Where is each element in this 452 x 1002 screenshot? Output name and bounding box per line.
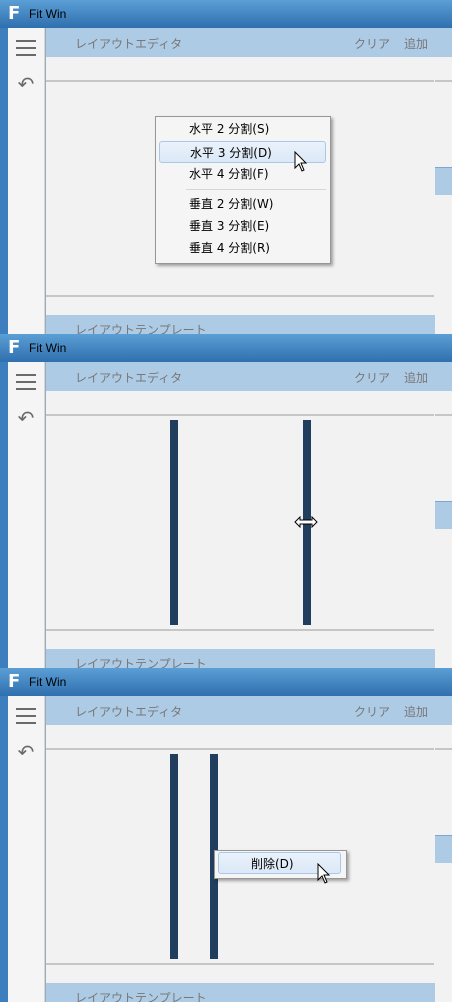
- split-divider-1[interactable]: [170, 420, 178, 625]
- editor-header: レイアウトエディタ クリア 追加: [46, 28, 435, 57]
- client-area: ↶ レイアウトエディタ クリア 追加 レイアウトテンプレート: [8, 362, 452, 668]
- strip-divider: [435, 414, 452, 416]
- menu-item-vertical-2[interactable]: 垂直 2 分割(W): [159, 193, 325, 215]
- layout-editor: レイアウトエディタ クリア 追加 レイアウトテンプレート: [45, 362, 436, 668]
- template-title: レイアウトテンプレート: [75, 991, 207, 1002]
- window-panel-2: F Fit Win ↶ レイアウトエディタ クリア 追加 レイアウトテンプレート: [0, 334, 452, 668]
- split-context-menu: 水平 2 分割(S) 水平 3 分割(D) 水平 4 分割(F) 垂直 2 分割…: [155, 116, 331, 264]
- app-logo-icon: F: [8, 671, 21, 692]
- strip-header: [435, 28, 452, 57]
- menu-separator: [186, 189, 326, 190]
- undo-icon[interactable]: ↶: [16, 742, 36, 762]
- app-logo-icon: F: [8, 337, 21, 358]
- hamburger-icon[interactable]: [16, 40, 36, 56]
- window-title: Fit Win: [29, 7, 67, 21]
- left-rail: ↶: [8, 696, 45, 1002]
- arrow-cursor-icon: [294, 151, 308, 172]
- left-rail: ↶: [8, 362, 45, 668]
- strip-accent: [435, 501, 452, 529]
- window-title: Fit Win: [29, 341, 67, 355]
- right-panel-strip: [435, 28, 452, 334]
- strip-header: [435, 362, 452, 391]
- add-button[interactable]: 追加: [404, 35, 428, 52]
- editor-title: レイアウトエディタ: [75, 37, 183, 51]
- right-panel-strip: [435, 696, 452, 1002]
- editor-header: レイアウトエディタ クリア 追加: [46, 362, 435, 391]
- left-rail: ↶: [8, 28, 45, 334]
- strip-accent: [435, 835, 452, 863]
- strip-header: [435, 696, 452, 725]
- clear-button[interactable]: クリア: [354, 35, 390, 52]
- layout-editor: レイアウトエディタ クリア 追加 レイアウトテンプレート: [45, 696, 436, 1002]
- title-bar[interactable]: F Fit Win: [0, 0, 452, 28]
- client-area: ↶ レイアウトエディタ クリア 追加 レイアウトテンプレート: [8, 696, 452, 1002]
- title-bar[interactable]: F Fit Win: [0, 334, 452, 362]
- menu-item-horizontal-2[interactable]: 水平 2 分割(S): [159, 118, 325, 140]
- split-divider-1[interactable]: [170, 754, 178, 959]
- layout-canvas[interactable]: [46, 414, 434, 631]
- menu-item-vertical-3[interactable]: 垂直 3 分割(E): [159, 215, 325, 237]
- window-panel-3: F Fit Win ↶ レイアウトエディタ クリア 追加 レイアウトテンプレート: [0, 668, 452, 1002]
- arrow-cursor-icon: [317, 863, 331, 884]
- template-header: レイアウトテンプレート: [46, 983, 435, 1002]
- window-title: Fit Win: [29, 675, 67, 689]
- hamburger-icon[interactable]: [16, 374, 36, 390]
- undo-icon[interactable]: ↶: [16, 408, 36, 428]
- horizontal-resize-cursor-icon: [294, 516, 318, 528]
- hamburger-icon[interactable]: [16, 708, 36, 724]
- title-bar[interactable]: F Fit Win: [0, 668, 452, 696]
- window-panel-1: F Fit Win ↶ レイアウトエディタ クリア 追加 レイアウトテンプレート…: [0, 0, 452, 334]
- template-title: レイアウトテンプレート: [75, 323, 207, 334]
- editor-title: レイアウトエディタ: [75, 705, 183, 719]
- clear-button[interactable]: クリア: [354, 369, 390, 386]
- right-panel-strip: [435, 362, 452, 668]
- template-header: レイアウトテンプレート: [46, 649, 435, 668]
- strip-accent: [435, 167, 452, 195]
- clear-button[interactable]: クリア: [354, 703, 390, 720]
- template-title: レイアウトテンプレート: [75, 657, 207, 668]
- add-button[interactable]: 追加: [404, 703, 428, 720]
- editor-title: レイアウトエディタ: [75, 371, 183, 385]
- strip-divider: [435, 748, 452, 750]
- strip-divider: [435, 80, 452, 82]
- template-header: レイアウトテンプレート: [46, 315, 435, 334]
- editor-header: レイアウトエディタ クリア 追加: [46, 696, 435, 725]
- menu-item-vertical-4[interactable]: 垂直 4 分割(R): [159, 237, 325, 259]
- undo-icon[interactable]: ↶: [16, 74, 36, 94]
- add-button[interactable]: 追加: [404, 369, 428, 386]
- app-logo-icon: F: [8, 3, 21, 24]
